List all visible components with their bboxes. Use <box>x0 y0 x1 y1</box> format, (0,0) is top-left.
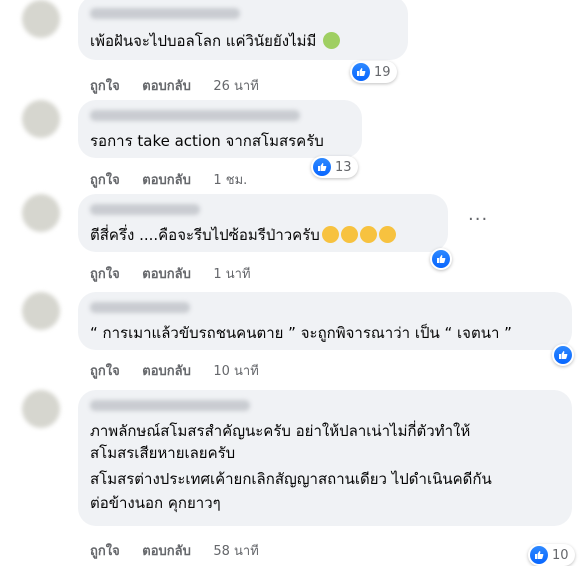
comment-bubble: ตีสี่ครึ่ง ....คือจะรีบไปซ้อมรีป่าวครับ <box>78 194 448 252</box>
laughing-emoji <box>378 226 396 243</box>
reply-button[interactable]: ตอบกลับ <box>142 173 191 188</box>
commenter-name-blurred[interactable] <box>90 302 190 313</box>
timestamp[interactable]: 1 นาที <box>213 267 250 282</box>
comment-text: เพ้อฝันจะไปบอลโลก แค่วินัยยังไม่มี <box>90 30 341 52</box>
comment-bubble: “ การเมาแล้วขับรถชนคนตาย ” จะถูกพิจารณาว… <box>78 292 572 350</box>
reply-button[interactable]: ตอบกลับ <box>142 267 191 282</box>
sick-face-emoji <box>323 32 341 49</box>
commenter-name-blurred[interactable] <box>90 8 240 19</box>
like-icon <box>352 63 370 81</box>
comment-text-line: สโมสรต่างประเทศเค้ายกเลิกสัญญาสถานเดียว … <box>90 470 492 488</box>
comment-text: ตีสี่ครึ่ง ....คือจะรีบไปซ้อมรีป่าวครับ <box>90 224 396 246</box>
comment-text-line: ต่อข้างนอก คุกยาวๆ <box>90 494 221 512</box>
like-icon <box>313 158 331 176</box>
reply-button[interactable]: ตอบกลับ <box>142 544 191 559</box>
comment-text: “ การเมาแล้วขับรถชนคนตาย ” จะถูกพิจารณาว… <box>90 324 512 342</box>
more-options-icon[interactable]: ··· <box>468 209 488 230</box>
comment-bubble: ภาพลักษณ์สโมสรสำคัญนะครับ อย่าให้ปลาเน่า… <box>78 390 572 526</box>
reaction-badge[interactable]: 19 <box>350 61 397 83</box>
like-icon <box>554 346 572 364</box>
reaction-count: 13 <box>335 159 352 175</box>
timestamp[interactable]: 1 ชม. <box>213 173 247 188</box>
comment-bubble: รอการ take action จากสโมสรครับ <box>78 100 362 158</box>
timestamp[interactable]: 26 นาที <box>213 79 258 94</box>
avatar[interactable] <box>22 100 60 138</box>
reaction-count: 19 <box>374 64 391 80</box>
timestamp[interactable]: 58 นาที <box>213 544 258 559</box>
comment-actions: ถูกใจ ตอบกลับ 1 นาที <box>90 263 269 284</box>
avatar[interactable] <box>22 292 60 330</box>
like-button[interactable]: ถูกใจ <box>90 364 120 379</box>
laughing-emoji <box>359 226 377 243</box>
like-button[interactable]: ถูกใจ <box>90 173 120 188</box>
reaction-count: 10 <box>552 547 569 563</box>
comment-actions: ถูกใจ ตอบกลับ 26 นาที <box>90 75 277 96</box>
like-button[interactable]: ถูกใจ <box>90 79 120 94</box>
laughing-emoji <box>321 226 339 243</box>
comment-actions: ถูกใจ ตอบกลับ 1 ชม. <box>90 169 265 190</box>
laughing-emoji <box>340 226 358 243</box>
avatar[interactable] <box>22 0 60 38</box>
avatar[interactable] <box>22 390 60 428</box>
like-icon <box>530 546 548 564</box>
commenter-name-blurred[interactable] <box>90 204 200 215</box>
comment-text-line: สโมสรเสียหายเลยครับ <box>90 444 236 462</box>
avatar[interactable] <box>22 194 60 232</box>
like-button[interactable]: ถูกใจ <box>90 544 120 559</box>
reply-button[interactable]: ตอบกลับ <box>142 364 191 379</box>
commenter-name-blurred[interactable] <box>90 110 300 121</box>
comment-actions: ถูกใจ ตอบกลับ 58 นาที <box>90 540 277 561</box>
timestamp[interactable]: 10 นาที <box>213 364 258 379</box>
reply-button[interactable]: ตอบกลับ <box>142 79 191 94</box>
comment-actions: ถูกใจ ตอบกลับ 10 นาที <box>90 360 277 381</box>
commenter-name-blurred[interactable] <box>90 400 250 411</box>
scrollbar[interactable] <box>584 0 588 563</box>
like-icon <box>432 250 450 268</box>
comment-text-line: ภาพลักษณ์สโมสรสำคัญนะครับ อย่าให้ปลาเน่า… <box>90 422 471 440</box>
comment-text: รอการ take action จากสโมสรครับ <box>90 132 324 150</box>
like-button[interactable]: ถูกใจ <box>90 267 120 282</box>
comment-bubble: เพ้อฝันจะไปบอลโลก แค่วินัยยังไม่มี <box>78 0 408 60</box>
reaction-badge[interactable] <box>552 344 574 366</box>
reaction-badge[interactable]: 13 <box>311 156 358 178</box>
reaction-badge[interactable] <box>430 248 452 270</box>
